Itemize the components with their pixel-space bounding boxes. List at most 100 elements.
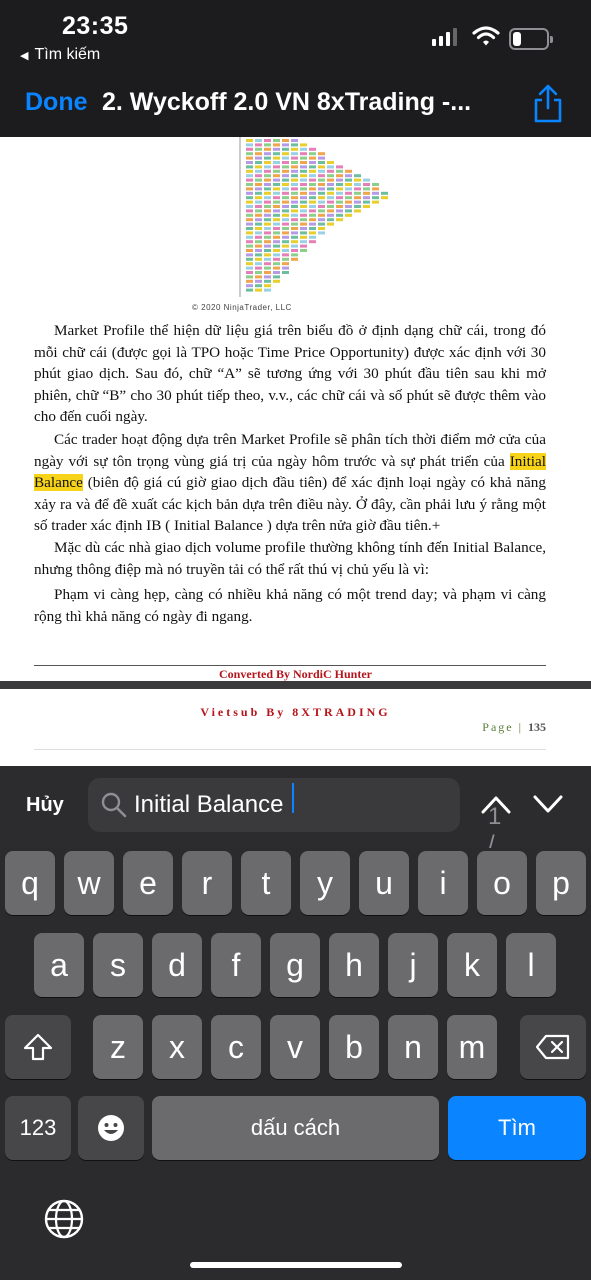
tpo-block (246, 288, 253, 292)
shift-key[interactable] (5, 1015, 71, 1079)
tpo-block (255, 161, 262, 164)
tpo-block (354, 200, 361, 204)
key-y[interactable]: y (300, 851, 350, 915)
tpo-block (282, 152, 289, 156)
tpo-block (291, 218, 298, 222)
tpo-block (273, 183, 280, 186)
tpo-block (318, 231, 325, 235)
find-field[interactable]: 1 / 3 (88, 778, 501, 886)
tpo-block (282, 227, 289, 230)
tpo-block (300, 169, 307, 173)
key-i[interactable]: i (418, 851, 468, 915)
tpo-block (282, 209, 289, 213)
tpo-block (300, 213, 307, 217)
key-n[interactable]: n (388, 1015, 438, 1079)
key-g[interactable]: g (270, 933, 320, 997)
globe-icon[interactable] (43, 1198, 85, 1240)
key-s[interactable]: s (93, 933, 143, 997)
tpo-block (282, 266, 289, 270)
key-z[interactable]: z (93, 1015, 143, 1079)
tpo-block (273, 191, 280, 195)
pdf-page-footer[interactable]: Vietsub By 8XTRADING Page | 135 (0, 689, 591, 766)
tpo-block (246, 147, 253, 151)
share-icon[interactable] (531, 84, 565, 124)
tpo-block (318, 200, 325, 204)
tpo-block (318, 191, 325, 195)
tpo-block (291, 143, 298, 147)
key-w[interactable]: w (64, 851, 114, 915)
key-m[interactable]: m (447, 1015, 497, 1079)
tpo-block (318, 196, 325, 200)
key-v[interactable]: v (270, 1015, 320, 1079)
numbers-key[interactable]: 123 (5, 1096, 71, 1160)
tpo-block (291, 231, 298, 235)
tpo-block (327, 209, 334, 213)
key-l[interactable]: l (506, 933, 556, 997)
space-key[interactable]: dấu cách (152, 1096, 439, 1160)
tpo-block (264, 139, 271, 142)
tpo-block (309, 235, 316, 239)
paragraph-market-profile: Market Profile thể hiện dữ liệu giá trên… (34, 322, 546, 425)
tpo-block (282, 253, 289, 257)
key-d[interactable]: d (152, 933, 202, 997)
key-r[interactable]: r (182, 851, 232, 915)
done-button[interactable]: Done (25, 88, 88, 117)
search-input[interactable] (134, 788, 334, 822)
tpo-block (336, 213, 343, 217)
tpo-block (246, 209, 253, 213)
tpo-block (264, 169, 271, 173)
key-j[interactable]: j (388, 933, 438, 997)
tpo-block (255, 191, 262, 195)
key-o[interactable]: o (477, 851, 527, 915)
tpo-block (282, 156, 289, 160)
key-b[interactable]: b (329, 1015, 379, 1079)
tpo-block (273, 271, 280, 274)
key-a[interactable]: a (34, 933, 84, 997)
key-t[interactable]: t (241, 851, 291, 915)
tpo-block (336, 169, 343, 173)
key-x[interactable]: x (152, 1015, 202, 1079)
tpo-block (246, 200, 253, 204)
key-f[interactable]: f (211, 933, 261, 997)
tpo-block (300, 218, 307, 222)
tpo-block (282, 200, 289, 204)
tpo-block (327, 165, 334, 169)
key-u[interactable]: u (359, 851, 409, 915)
tpo-block (246, 187, 253, 191)
chevron-down-icon[interactable] (532, 792, 564, 816)
tpo-block (345, 187, 352, 191)
tpo-block (318, 227, 325, 230)
tpo-block (246, 169, 253, 173)
key-c[interactable]: c (211, 1015, 261, 1079)
back-to-app-link[interactable]: ◀ Tìm kiếm (20, 46, 100, 64)
backspace-key[interactable] (520, 1015, 586, 1079)
pdf-page[interactable]: © 2020 NinjaTrader, LLC Market Profile t… (0, 137, 591, 681)
key-p[interactable]: p (536, 851, 586, 915)
tpo-block (273, 244, 280, 248)
tpo-block (246, 275, 253, 279)
key-q[interactable]: q (5, 851, 55, 915)
tpo-block (246, 279, 253, 283)
tpo-block (309, 165, 316, 169)
tpo-block (291, 205, 298, 208)
tpo-block (264, 249, 271, 252)
search-return-key[interactable]: Tìm (448, 1096, 586, 1160)
tpo-block (372, 196, 379, 200)
tpo-block (336, 200, 343, 204)
tpo-block (255, 205, 262, 208)
tpo-block (282, 231, 289, 235)
tpo-block (282, 205, 289, 208)
tpo-block (273, 196, 280, 200)
emoji-key[interactable] (78, 1096, 144, 1160)
chevron-up-icon[interactable] (480, 792, 512, 816)
key-e[interactable]: e (123, 851, 173, 915)
key-h[interactable]: h (329, 933, 379, 997)
tpo-block (318, 156, 325, 160)
cancel-button[interactable]: Hủy (26, 794, 64, 817)
key-k[interactable]: k (447, 933, 497, 997)
tpo-block (264, 231, 271, 235)
tpo-block (264, 244, 271, 248)
tpo-block (345, 183, 352, 186)
wifi-icon (472, 26, 500, 46)
tpo-block (318, 178, 325, 182)
